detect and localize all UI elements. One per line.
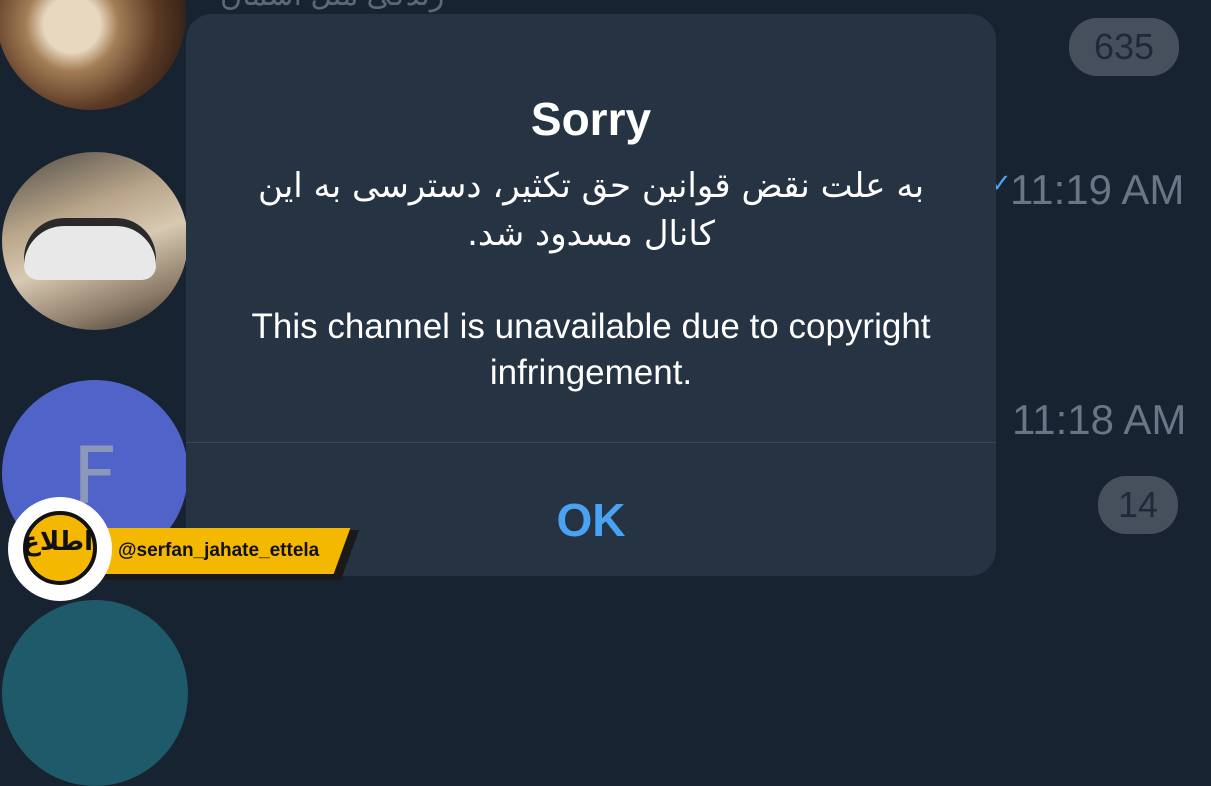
- unread-badge: 14: [1098, 476, 1178, 534]
- avatar[interactable]: [2, 600, 188, 786]
- watermark-logo-text: اطلاع: [22, 527, 93, 557]
- watermark-handle: @serfan_jahate_ettela: [118, 540, 320, 561]
- dialog-title: Sorry: [530, 93, 652, 145]
- message-time: 11:19 AM: [1010, 166, 1185, 213]
- unread-badge: 635: [1069, 18, 1179, 76]
- dialog-divider: [186, 442, 996, 443]
- avatar[interactable]: [0, 0, 186, 110]
- car-image: [24, 218, 156, 280]
- dialog-message-english: This channel is unavailable due to copyr…: [251, 307, 931, 392]
- watermark-logo: اطلاع: [8, 497, 112, 601]
- dialog-message-persian: به علت نقض قوانین حق تکثیر، دسترسی به ای…: [257, 166, 925, 254]
- chat-preview-snippet: زندگی مثل آسمان: [220, 0, 444, 13]
- message-time: 11:18 AM: [1012, 396, 1187, 443]
- watermark-logo-badge: اطلاع: [22, 511, 97, 585]
- alert-dialog: Sorry به علت نقض قوانین حق تکثیر، دسترسی…: [186, 14, 996, 576]
- avatar[interactable]: [2, 152, 188, 330]
